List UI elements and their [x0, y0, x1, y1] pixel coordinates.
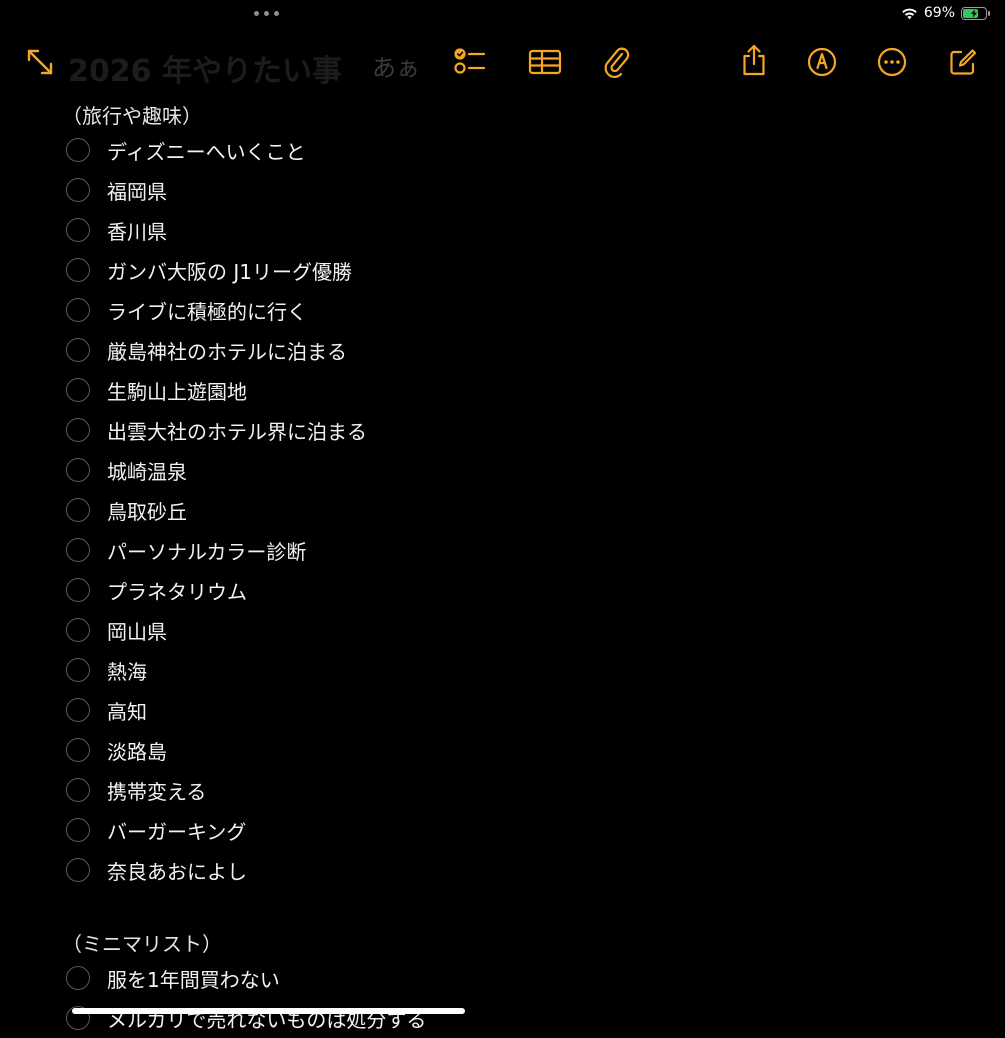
note-title: 2026 年やりたい事: [68, 54, 342, 89]
expand-icon[interactable]: [20, 42, 60, 82]
checklist-item[interactable]: プラネタリウム: [66, 570, 247, 610]
checklist-item[interactable]: 城崎温泉: [66, 450, 187, 490]
checklist-item-label[interactable]: 厳島神社のホテルに泊まる: [107, 336, 347, 365]
multitask-dots-icon[interactable]: [254, 11, 279, 16]
share-icon[interactable]: [734, 40, 774, 80]
checkbox-circle-icon[interactable]: [66, 178, 90, 202]
checklist-item-label[interactable]: 香川県: [107, 216, 167, 245]
checklist-item[interactable]: ガンバ大阪の J1リーグ優勝: [66, 250, 352, 290]
checklist-item[interactable]: 熱海: [66, 650, 147, 690]
checklist-item-label[interactable]: バーガーキング: [107, 816, 246, 845]
checklist-item-label[interactable]: 鳥取砂丘: [107, 496, 187, 525]
compose-icon[interactable]: [943, 42, 983, 82]
checklist-item[interactable]: 高知: [66, 690, 147, 730]
checklist-item-label[interactable]: ライブに積極的に行く: [107, 296, 307, 325]
checklist-item[interactable]: 奈良あおによし: [66, 850, 247, 890]
more-icon[interactable]: [872, 42, 912, 82]
checklist-item[interactable]: ディズニーへいくこと: [66, 130, 306, 170]
markup-icon[interactable]: [802, 42, 842, 82]
checkbox-circle-icon[interactable]: [66, 698, 90, 722]
checklist-item-label[interactable]: ガンバ大阪の J1リーグ優勝: [107, 256, 352, 285]
checklist-item[interactable]: 岡山県: [66, 610, 167, 650]
checkbox-circle-icon[interactable]: [66, 418, 90, 442]
checkbox-circle-icon[interactable]: [66, 258, 90, 282]
checklist-item[interactable]: 服を1年間買わない: [66, 958, 280, 998]
status-bar: 69%: [0, 0, 1005, 30]
checkbox-circle-icon[interactable]: [66, 218, 90, 242]
checklist-item[interactable]: 鳥取砂丘: [66, 490, 187, 530]
checklist-item[interactable]: 香川県: [66, 210, 167, 250]
format-text-button[interactable]: あぁ: [372, 48, 420, 83]
table-icon[interactable]: [525, 42, 565, 82]
checkbox-circle-icon[interactable]: [66, 498, 90, 522]
battery-percent: 69%: [923, 5, 955, 21]
checklist-item-label[interactable]: 高知: [107, 696, 147, 725]
checkbox-circle-icon[interactable]: [66, 818, 90, 842]
checklist-item-label[interactable]: ディズニーへいくこと: [107, 136, 306, 165]
checkbox-circle-icon[interactable]: [66, 658, 90, 682]
checkbox-circle-icon[interactable]: [66, 966, 90, 990]
checkbox-circle-icon[interactable]: [66, 778, 90, 802]
checkbox-circle-icon[interactable]: [66, 578, 90, 602]
checklist-item-label[interactable]: 携帯変える: [107, 776, 206, 805]
note-toolbar: 2026 年やりたい事 あぁ: [0, 36, 1005, 90]
checklist-item[interactable]: 厳島神社のホテルに泊まる: [66, 330, 347, 370]
battery-charging-icon: [961, 6, 990, 20]
checklist-item[interactable]: ライブに積極的に行く: [66, 290, 307, 330]
checkbox-circle-icon[interactable]: [66, 618, 90, 642]
attachment-icon[interactable]: [597, 42, 637, 82]
checklist-item-label[interactable]: パーソナルカラー診断: [107, 536, 306, 565]
checkbox-circle-icon[interactable]: [66, 538, 90, 562]
checklist-item-label[interactable]: 岡山県: [107, 616, 167, 645]
checklist-item-label[interactable]: 熱海: [107, 656, 147, 685]
checklist-item-label[interactable]: 城崎温泉: [107, 456, 187, 485]
checklist-item[interactable]: 携帯変える: [66, 770, 206, 810]
checklist-icon[interactable]: [450, 42, 490, 82]
checklist-item[interactable]: 福岡県: [66, 170, 167, 210]
checkbox-circle-icon[interactable]: [66, 338, 90, 362]
checklist-item[interactable]: メルカリで売れないものは処分する: [66, 998, 426, 1038]
checklist-item-label[interactable]: 淡路島: [107, 736, 167, 765]
checkbox-circle-icon[interactable]: [66, 298, 90, 322]
status-indicators: 69%: [901, 5, 990, 21]
checklist-item-label[interactable]: プラネタリウム: [107, 576, 247, 605]
checkbox-circle-icon[interactable]: [66, 738, 90, 762]
checklist-item[interactable]: バーガーキング: [66, 810, 246, 850]
checklist-item[interactable]: 淡路島: [66, 730, 167, 770]
checklist-item-label[interactable]: 服を1年間買わない: [107, 964, 280, 993]
checkbox-circle-icon[interactable]: [66, 378, 90, 402]
home-indicator: [72, 1008, 465, 1014]
checklist-item[interactable]: パーソナルカラー診断: [66, 530, 306, 570]
checklist-item[interactable]: 出雲大社のホテル界に泊まる: [66, 410, 367, 450]
checklist-item-label[interactable]: 生駒山上遊園地: [107, 376, 247, 405]
section-heading: （ミニマリスト）: [62, 932, 222, 956]
checklist-item[interactable]: 生駒山上遊園地: [66, 370, 247, 410]
wifi-icon: [902, 8, 917, 19]
checklist-item-label[interactable]: 出雲大社のホテル界に泊まる: [107, 416, 367, 445]
section-heading: （旅行や趣味）: [62, 104, 202, 128]
checklist-item-label[interactable]: 奈良あおによし: [107, 856, 247, 885]
checklist-item-label[interactable]: 福岡県: [107, 176, 167, 205]
checkbox-circle-icon[interactable]: [66, 138, 90, 162]
checkbox-circle-icon[interactable]: [66, 858, 90, 882]
checkbox-circle-icon[interactable]: [66, 458, 90, 482]
